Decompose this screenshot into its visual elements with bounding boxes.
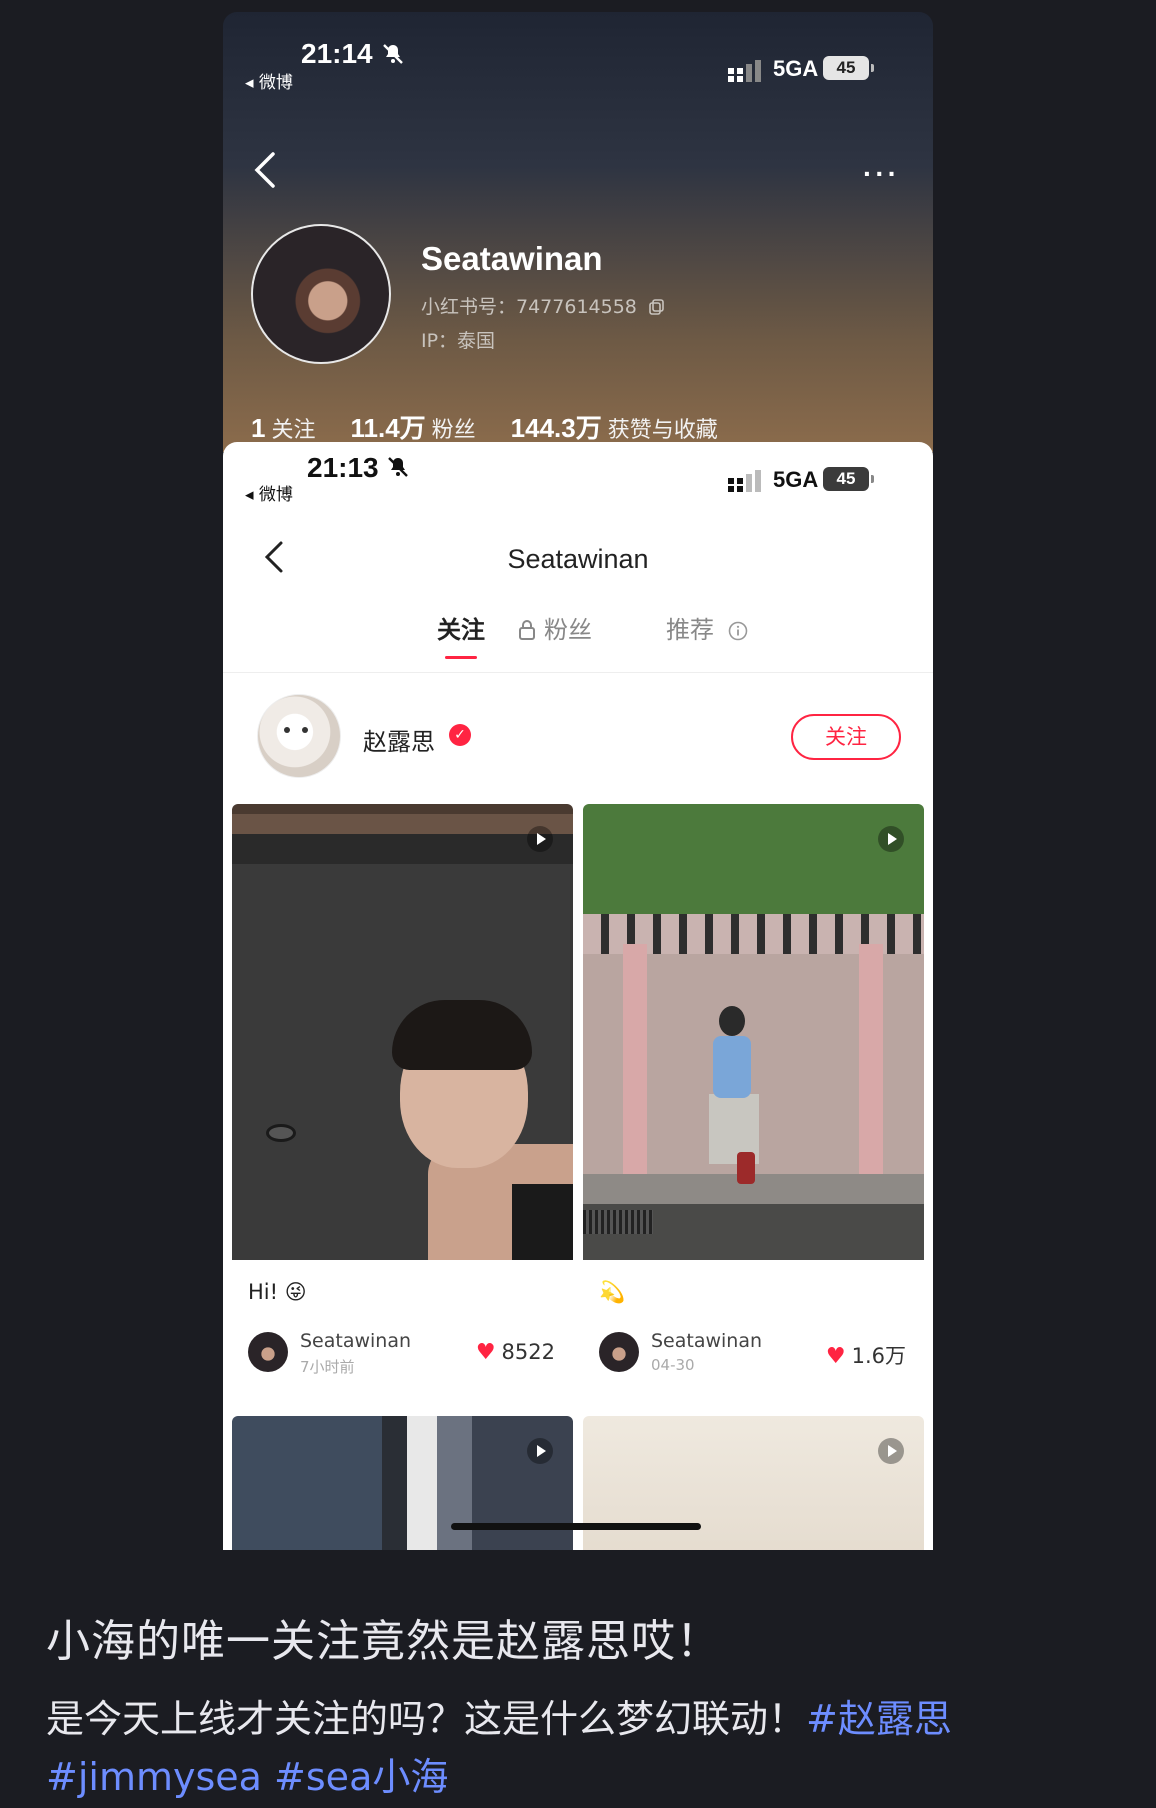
status-bar: 21:13 ◂ 微博 5GA 45 xyxy=(223,442,933,512)
lock-icon xyxy=(519,620,535,640)
photo-shape xyxy=(713,1036,751,1098)
battery-icon: 45 xyxy=(823,56,874,80)
note-author[interactable]: Seatawinan xyxy=(651,1330,762,1352)
follow-button[interactable]: 关注 xyxy=(791,714,901,760)
photo-shape xyxy=(859,944,883,1174)
video-play-icon xyxy=(878,826,904,852)
author-avatar[interactable] xyxy=(248,1332,288,1372)
info-icon[interactable] xyxy=(728,621,748,641)
mute-bell-icon xyxy=(383,44,403,64)
photo-shape xyxy=(392,1000,532,1070)
tab-recommended-label: 推荐 xyxy=(666,616,714,644)
post-title: 小海的唯一关注竟然是赵露思哎！ xyxy=(46,1616,721,1667)
stat-followers[interactable]: 11.4万 粉丝 xyxy=(350,413,476,443)
note-time: 7小时前 xyxy=(300,1358,355,1376)
photo-shape xyxy=(737,1152,755,1184)
hashtag-link[interactable]: #赵露思 xyxy=(806,1697,952,1741)
user-avatar[interactable] xyxy=(257,694,341,778)
profile-stats: 1 关注 11.4万 粉丝 144.3万 获赞与收藏 xyxy=(251,408,746,445)
post-body-text: 是今天上线才关注的吗？这是什么梦幻联动！ xyxy=(46,1697,807,1741)
note-card[interactable]: 💫 Seatawinan 04-30 ♥ 1.6万 xyxy=(583,804,924,1404)
hashtag-link[interactable]: #sea小海 xyxy=(274,1755,448,1799)
profile-id-text: 小红书号：7477614558 xyxy=(421,296,637,318)
note-cover-image[interactable] xyxy=(232,804,573,1260)
like-count-value: 8522 xyxy=(501,1340,555,1364)
weibo-post: 21:14 ◂ 微博 5GA 45 ··· Seatawinan 小红书号：74… xyxy=(0,0,1156,1808)
heart-icon: ♥ xyxy=(475,1340,496,1365)
more-options-icon[interactable]: ··· xyxy=(863,158,900,190)
tab-bar: 关注 粉丝 推荐 xyxy=(223,610,933,662)
photo-shape xyxy=(719,1006,745,1036)
stat-value: 144.3万 xyxy=(510,413,602,443)
video-play-icon xyxy=(878,1438,904,1464)
photo-shape xyxy=(623,944,647,1174)
tab-followers[interactable]: 粉丝 xyxy=(518,610,592,645)
status-time: 21:14 xyxy=(301,38,373,69)
following-user-row[interactable]: 赵露思 ✓ 关注 xyxy=(223,688,933,778)
back-to-app-link[interactable]: ◂ 微博 xyxy=(245,68,293,93)
tab-recommended[interactable]: 推荐 xyxy=(666,610,748,645)
stat-label: 获赞与收藏 xyxy=(607,418,718,443)
note-author[interactable]: Seatawinan xyxy=(300,1330,411,1352)
note-cover-image[interactable] xyxy=(583,804,924,1260)
photo-shape xyxy=(512,1184,573,1260)
nav-bar: Seatawinan xyxy=(223,526,933,586)
stat-likes[interactable]: 144.3万 获赞与收藏 xyxy=(511,413,718,443)
verified-badge-icon: ✓ xyxy=(449,724,471,746)
hashtag-link[interactable]: #jimmysea xyxy=(46,1755,262,1799)
copy-icon[interactable] xyxy=(649,299,665,315)
profile-avatar[interactable] xyxy=(251,224,391,364)
note-time: 04-30 xyxy=(651,1356,695,1374)
profile-id: 小红书号：7477614558 xyxy=(421,292,665,319)
photo-shape xyxy=(583,1210,653,1234)
battery-icon: 45 xyxy=(823,467,874,491)
home-indicator[interactable] xyxy=(451,1523,701,1530)
user-name[interactable]: 赵露思 xyxy=(363,722,435,757)
network-label: 5GA xyxy=(773,56,819,81)
stat-label: 关注 xyxy=(271,418,316,443)
tab-followers-label: 粉丝 xyxy=(544,616,592,644)
divider xyxy=(223,672,933,673)
like-count[interactable]: ♥ 1.6万 xyxy=(826,1340,906,1370)
ceiling-lamp-shape xyxy=(266,1124,296,1142)
back-to-app-link[interactable]: ◂ 微博 xyxy=(245,480,293,505)
note-caption: 💫 xyxy=(599,1280,626,1304)
nav-title: Seatawinan xyxy=(507,544,649,574)
heart-icon: ♥ xyxy=(825,1344,846,1369)
profile-name: Seatawinan xyxy=(421,240,603,277)
status-bar: 21:14 ◂ 微博 5GA 45 xyxy=(223,12,933,93)
network-label: 5GA xyxy=(773,467,819,492)
video-play-icon xyxy=(527,1438,553,1464)
tab-following[interactable]: 关注 xyxy=(437,610,485,659)
like-count[interactable]: ♥ 8522 xyxy=(476,1340,555,1365)
post-body: 是今天上线才关注的吗？这是什么梦幻联动！#赵露思 #jimmysea #sea小… xyxy=(46,1690,1106,1806)
signal-icon xyxy=(728,60,761,82)
back-arrow-icon[interactable] xyxy=(251,150,281,190)
following-screenshot: 21:13 ◂ 微博 5GA 45 Seatawinan 关注 粉丝 推荐 赵露… xyxy=(223,442,933,1550)
profile-ip: IP：泰国 xyxy=(421,330,496,352)
status-time: 21:13 xyxy=(307,452,379,483)
signal-icon xyxy=(728,470,761,492)
mute-bell-icon xyxy=(388,457,408,477)
stat-label: 粉丝 xyxy=(431,418,476,443)
like-count-value: 1.6万 xyxy=(851,1344,906,1368)
profile-screenshot: 21:14 ◂ 微博 5GA 45 ··· Seatawinan 小红书号：74… xyxy=(223,12,933,452)
author-avatar[interactable] xyxy=(599,1332,639,1372)
stat-value: 1 xyxy=(251,413,266,443)
stat-value: 11.4万 xyxy=(350,413,426,443)
note-caption: Hi! 😜 xyxy=(248,1280,307,1304)
video-play-icon xyxy=(527,826,553,852)
note-card[interactable]: Hi! 😜 Seatawinan 7小时前 ♥ 8522 xyxy=(232,804,573,1404)
stat-following[interactable]: 1 关注 xyxy=(251,413,316,443)
